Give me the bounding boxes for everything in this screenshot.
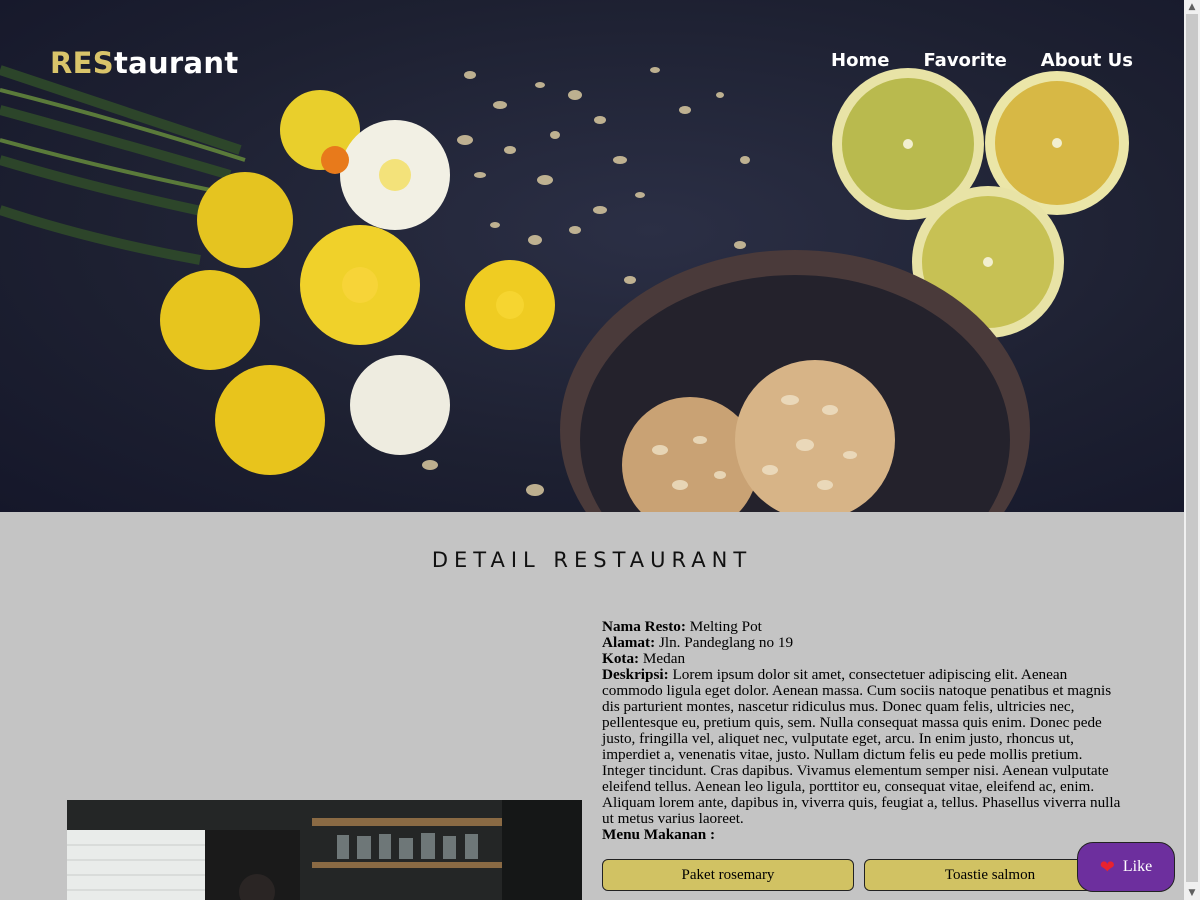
address-label: Alamat: [602, 634, 656, 651]
main-nav: Home Favorite About Us [797, 50, 1133, 71]
menu-list: Paket rosemary Toastie salmon [602, 859, 1116, 891]
scrollbar-thumb[interactable] [1186, 14, 1198, 882]
description-label: Deskripsi: [602, 666, 669, 683]
name-label: Nama Resto: [602, 618, 686, 635]
nav-favorite-link[interactable]: Favorite [923, 50, 1006, 71]
name-row: Nama Resto: Melting Pot [602, 619, 1122, 635]
nav-home-link[interactable]: Home [831, 50, 889, 71]
brand-logo[interactable]: REStaurant [50, 46, 239, 80]
nav-about-link[interactable]: About Us [1041, 50, 1133, 71]
scroll-up-arrow-icon[interactable]: ▲ [1184, 0, 1200, 14]
restaurant-photo [67, 800, 582, 900]
menu-item-button[interactable]: Paket rosemary [602, 859, 854, 891]
brand-accent: RES [50, 46, 114, 80]
city-row: Kota: Medan [602, 651, 1122, 667]
hero-banner: REStaurant Home Favorite About Us [0, 0, 1184, 512]
restaurant-address: Jln. Pandeglang no 19 [658, 634, 794, 651]
restaurant-photo-image [67, 800, 582, 900]
like-label: Like [1122, 858, 1153, 875]
restaurant-info: Nama Resto: Melting Pot Alamat: Jln. Pan… [602, 619, 1122, 843]
vertical-scrollbar[interactable]: ▲ ▼ [1184, 0, 1200, 900]
scroll-down-arrow-icon[interactable]: ▼ [1184, 886, 1200, 900]
menu-label: Menu Makanan : [602, 826, 716, 843]
menu-row-label: Menu Makanan : [602, 827, 1122, 843]
like-button[interactable]: ❤ Like [1077, 842, 1175, 892]
description-row: Deskripsi: Lorem ipsum dolor sit amet, c… [602, 667, 1122, 827]
brand-rest: taurant [113, 46, 239, 80]
city-label: Kota: [602, 650, 640, 667]
page-title: DETAIL RESTAURANT [431, 548, 753, 572]
address-row: Alamat: Jln. Pandeglang no 19 [602, 635, 1122, 651]
restaurant-city: Medan [642, 650, 686, 667]
restaurant-name: Melting Pot [689, 618, 762, 635]
heart-icon: ❤ [1099, 857, 1115, 877]
restaurant-description: Lorem ipsum dolor sit amet, consectetuer… [602, 666, 1121, 827]
